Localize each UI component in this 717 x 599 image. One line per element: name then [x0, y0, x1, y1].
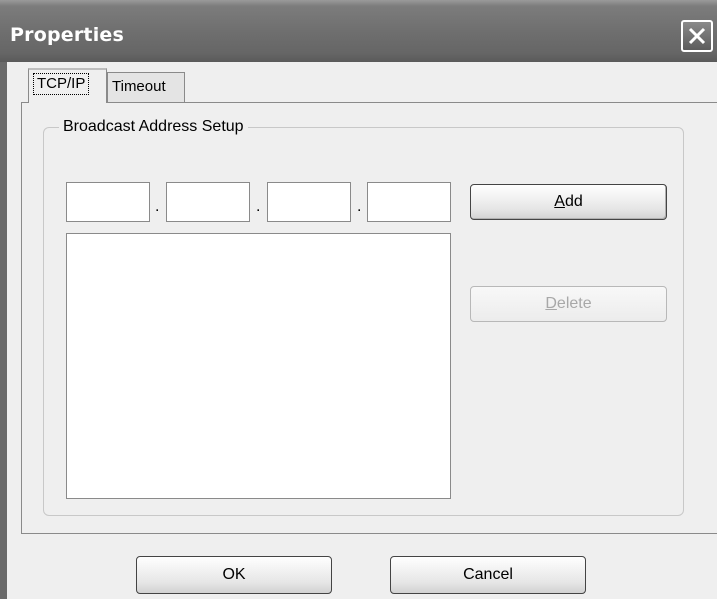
tab-tcpip[interactable]: TCP/IP — [28, 68, 107, 103]
close-button[interactable] — [681, 20, 713, 52]
ip-octet-2-field[interactable] — [166, 182, 250, 222]
delete-mnemonic: D — [545, 295, 557, 312]
ip-octet-3-field[interactable] — [267, 182, 351, 222]
window-title: Properties — [10, 24, 124, 46]
tab-tcpip-label: TCP/IP — [33, 73, 90, 95]
ip-separator-1: . — [155, 198, 160, 215]
broadcast-address-list[interactable] — [66, 233, 451, 499]
ip-separator-3: . — [357, 198, 362, 215]
delete-button-label: Delete — [545, 295, 591, 313]
add-label-rest: dd — [564, 193, 583, 210]
ok-button[interactable]: OK — [136, 556, 332, 594]
properties-dialog: Properties TCP/IP Timeout Broadcast Addr… — [0, 0, 717, 599]
title-bar[interactable]: Properties — [0, 0, 717, 62]
add-mnemonic: A — [554, 193, 565, 210]
delete-label-rest: elete — [556, 295, 592, 312]
add-button[interactable]: Add — [470, 184, 667, 220]
ip-separator-2: . — [256, 198, 261, 215]
ip-octet-4-field[interactable] — [367, 182, 451, 222]
dialog-client-area: TCP/IP Timeout Broadcast Address Setup .… — [7, 62, 717, 599]
close-icon — [688, 27, 706, 45]
delete-button[interactable]: Delete — [470, 286, 667, 322]
cancel-button[interactable]: Cancel — [390, 556, 586, 594]
ip-octet-1-field[interactable] — [66, 182, 150, 222]
group-label: Broadcast Address Setup — [59, 118, 248, 136]
add-button-label: Add — [554, 193, 582, 211]
tab-timeout-label: Timeout — [112, 78, 166, 95]
tab-timeout[interactable]: Timeout — [107, 72, 185, 102]
